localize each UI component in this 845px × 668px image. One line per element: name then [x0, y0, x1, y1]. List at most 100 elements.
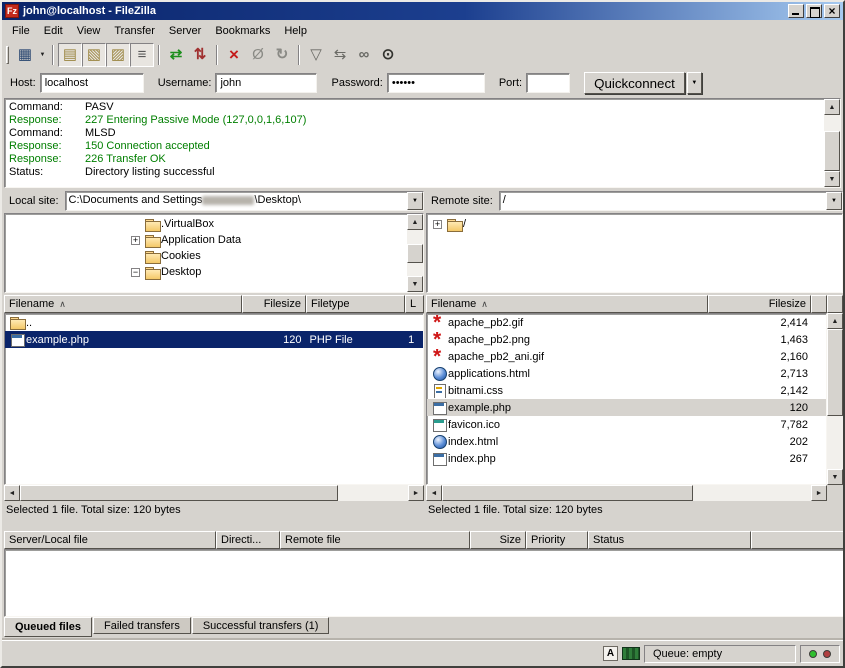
- remote-tree-toggle-button[interactable]: [106, 43, 130, 67]
- local-list-hscrollbar[interactable]: ◄ ►: [4, 485, 424, 501]
- column-header-server-local-file[interactable]: Server/Local file: [4, 531, 216, 549]
- message-log-toggle-button[interactable]: [58, 43, 82, 67]
- remote-list-scrollbar[interactable]: ▲ ▼: [827, 313, 843, 485]
- column-header-priority[interactable]: Priority: [526, 531, 588, 549]
- scroll-thumb[interactable]: [824, 131, 840, 171]
- reconnect-button[interactable]: [270, 43, 294, 67]
- site-manager-button[interactable]: [13, 43, 37, 67]
- scroll-track[interactable]: [442, 485, 811, 501]
- tab-failed-transfers[interactable]: Failed transfers: [93, 617, 191, 634]
- expand-icon[interactable]: [131, 236, 140, 245]
- scroll-down-icon[interactable]: ▼: [407, 276, 423, 292]
- tree-item[interactable]: Application Data: [5, 232, 407, 248]
- find-icon: [382, 45, 395, 65]
- quickconnect-button[interactable]: Quickconnect: [584, 72, 685, 94]
- scroll-left-icon[interactable]: ◄: [4, 485, 20, 501]
- tab-queued-files[interactable]: Queued files: [4, 617, 92, 637]
- remote-site-combo[interactable]: /: [499, 191, 843, 211]
- scroll-track[interactable]: [824, 115, 840, 171]
- file-row[interactable]: applications.html 2,713: [427, 365, 826, 382]
- menu-help[interactable]: Help: [277, 22, 314, 40]
- compare-button[interactable]: [328, 43, 352, 67]
- scroll-track[interactable]: [20, 485, 408, 501]
- synchronized-browsing-button[interactable]: [352, 43, 376, 67]
- column-header-filename[interactable]: Filename: [4, 295, 242, 313]
- column-header-direction[interactable]: Directi...: [216, 531, 280, 549]
- column-header-filename[interactable]: Filename: [426, 295, 708, 313]
- scroll-left-icon[interactable]: ◄: [426, 485, 442, 501]
- log-scrollbar[interactable]: ▲ ▼: [824, 99, 840, 187]
- column-header-status[interactable]: Status: [588, 531, 751, 549]
- close-button[interactable]: [824, 4, 840, 18]
- chevron-down-icon[interactable]: [407, 192, 423, 210]
- column-header-filetype[interactable]: Filetype: [306, 295, 405, 313]
- quickconnect-dropdown[interactable]: [687, 72, 702, 94]
- file-row-selected[interactable]: example.php 120 PHP File 1: [5, 331, 423, 348]
- menu-transfer[interactable]: Transfer: [107, 22, 162, 40]
- menu-server[interactable]: Server: [162, 22, 208, 40]
- port-input[interactable]: [526, 73, 570, 93]
- find-button[interactable]: [376, 43, 400, 67]
- scroll-thumb[interactable]: [827, 329, 843, 416]
- local-site-combo[interactable]: C:\Documents and Settings\Desktop\: [65, 191, 424, 211]
- host-input[interactable]: [40, 73, 144, 93]
- scroll-up-icon[interactable]: ▲: [827, 313, 843, 329]
- scroll-right-icon[interactable]: ►: [811, 485, 827, 501]
- title-bar[interactable]: Fz john@localhost - FileZilla: [2, 2, 843, 20]
- scroll-right-icon[interactable]: ►: [408, 485, 424, 501]
- password-input[interactable]: [387, 73, 485, 93]
- tree-item[interactable]: .VirtualBox: [5, 216, 407, 232]
- scroll-down-icon[interactable]: ▼: [827, 469, 843, 485]
- file-row[interactable]: apache_pb2_ani.gif 2,160: [427, 348, 826, 365]
- refresh-button[interactable]: [164, 43, 188, 67]
- scroll-thumb[interactable]: [20, 485, 338, 501]
- local-tree-scrollbar[interactable]: ▲ ▼: [407, 214, 423, 292]
- scroll-up-icon[interactable]: ▲: [407, 214, 423, 230]
- expand-icon[interactable]: [433, 220, 442, 229]
- scroll-thumb[interactable]: [407, 244, 423, 263]
- menu-edit[interactable]: Edit: [37, 22, 70, 40]
- file-row[interactable]: apache_pb2.gif 2,414: [427, 314, 826, 331]
- tab-successful-transfers[interactable]: Successful transfers (1): [192, 617, 330, 634]
- tree-item[interactable]: Desktop: [5, 264, 407, 280]
- file-row[interactable]: index.html 202: [427, 433, 826, 450]
- minimize-button[interactable]: [788, 4, 804, 18]
- file-name: apache_pb2.png: [448, 334, 530, 346]
- column-header-size[interactable]: Size: [470, 531, 526, 549]
- menu-view[interactable]: View: [70, 22, 108, 40]
- cancel-button[interactable]: [222, 43, 246, 67]
- column-header-filesize[interactable]: Filesize: [242, 295, 306, 313]
- local-tree-toggle-button[interactable]: [82, 43, 106, 67]
- filter-button[interactable]: [304, 43, 328, 67]
- process-queue-button[interactable]: [188, 43, 212, 67]
- scroll-track[interactable]: [827, 329, 843, 469]
- column-header-remote-file[interactable]: Remote file: [280, 531, 470, 549]
- username-input[interactable]: [215, 73, 317, 93]
- scroll-track[interactable]: [407, 230, 423, 276]
- file-row-selected[interactable]: example.php 120: [427, 399, 826, 416]
- file-row[interactable]: apache_pb2.png 1,463: [427, 331, 826, 348]
- tree-item[interactable]: /: [427, 216, 842, 232]
- file-row[interactable]: bitnami.css 2,142: [427, 382, 826, 399]
- file-row[interactable]: favicon.ico 7,782: [427, 416, 826, 433]
- file-row[interactable]: index.php 267: [427, 450, 826, 467]
- maximize-button[interactable]: [806, 4, 822, 18]
- file-row[interactable]: ..: [5, 314, 423, 331]
- queue-toggle-button[interactable]: [130, 43, 154, 67]
- transfer-queue-list[interactable]: [4, 549, 845, 617]
- site-manager-dropdown[interactable]: [37, 44, 48, 66]
- scroll-thumb[interactable]: [442, 485, 693, 501]
- collapse-icon[interactable]: [131, 268, 140, 277]
- column-header-filesize[interactable]: Filesize: [708, 295, 811, 313]
- tree-item[interactable]: Cookies: [5, 248, 407, 264]
- scroll-up-icon[interactable]: ▲: [824, 99, 840, 115]
- speed-limits-icon[interactable]: [622, 647, 640, 660]
- file-name-cell: apache_pb2.png: [427, 332, 709, 347]
- remote-list-hscrollbar[interactable]: ◄ ►: [426, 485, 827, 501]
- chevron-down-icon[interactable]: [826, 192, 842, 210]
- scroll-down-icon[interactable]: ▼: [824, 171, 840, 187]
- menu-bookmarks[interactable]: Bookmarks: [208, 22, 277, 40]
- menu-file[interactable]: File: [5, 22, 37, 40]
- column-header-last-modified[interactable]: L: [405, 295, 424, 313]
- disconnect-button[interactable]: [246, 43, 270, 67]
